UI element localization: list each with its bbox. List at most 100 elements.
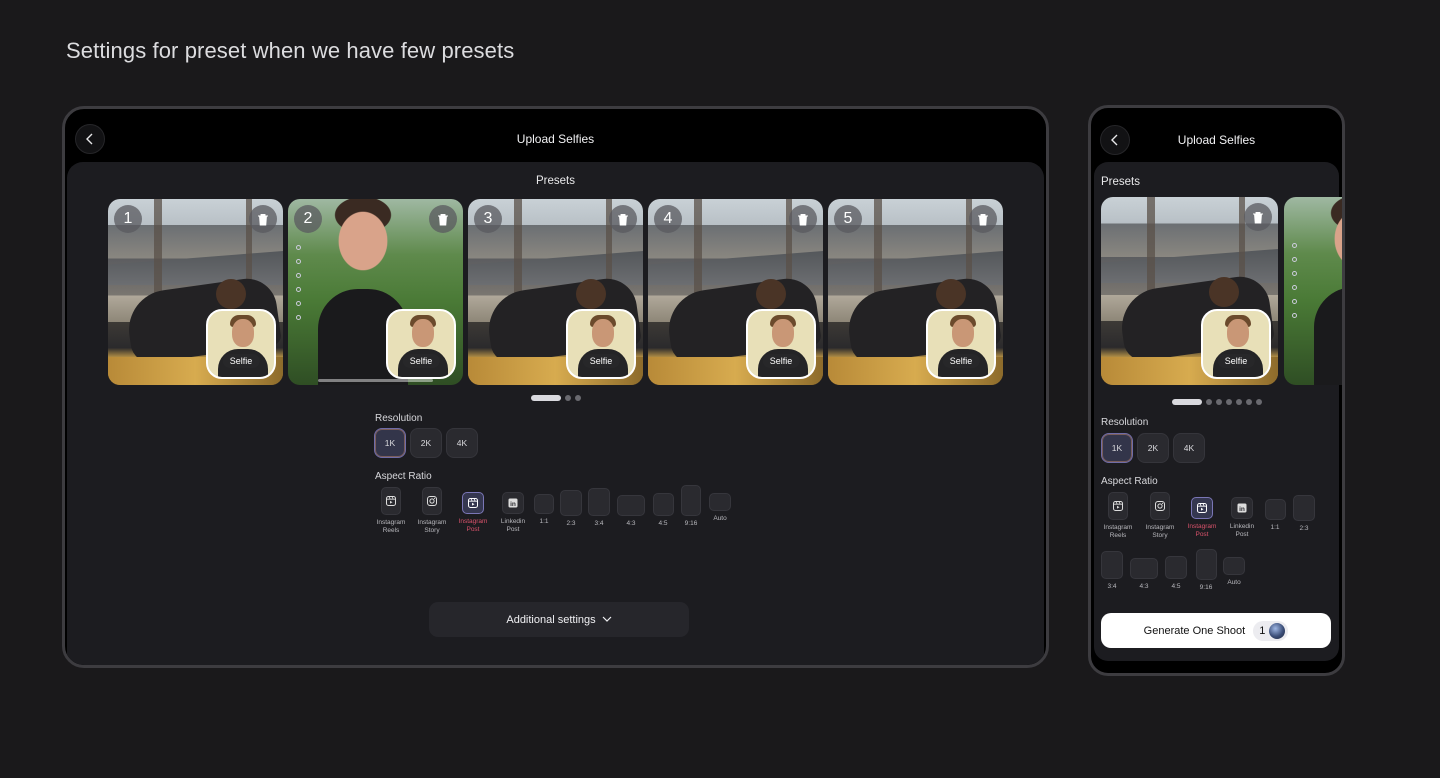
selfie-thumbnail: Selfie	[206, 309, 276, 379]
resolution-option-4k[interactable]: 4K	[1173, 433, 1205, 463]
aspect-option-4-5[interactable]: 4:5	[1164, 556, 1188, 591]
aspect-option-4-3[interactable]: 4:3	[616, 495, 646, 528]
aspect-option-instagram-post[interactable]: Instagram Post	[455, 492, 491, 534]
trash-icon	[618, 213, 628, 225]
aspect-option-instagram-story[interactable]: Instagram Story	[414, 487, 450, 535]
presets-label: Presets	[1101, 176, 1140, 188]
resolution-option-4k[interactable]: 4K	[446, 428, 478, 458]
top-bar: Upload Selfies	[65, 109, 1046, 164]
preset-card[interactable]: 5 Selfie	[828, 199, 1003, 385]
aspect-option-3-4[interactable]: 3:4	[587, 488, 611, 528]
pagination-dots	[531, 395, 581, 401]
instagram-reels-icon	[1113, 501, 1123, 511]
aspect-option-instagram-reels[interactable]: Instagram Reels	[1100, 492, 1136, 540]
aspect-option-4-3[interactable]: 4:3	[1129, 558, 1159, 591]
instagram-reels-icon	[386, 496, 396, 506]
preset-number-badge: 2	[294, 205, 322, 233]
aspect-option-2-3[interactable]: 2:3	[559, 490, 583, 528]
generate-button[interactable]: Generate One Shoot 1	[1101, 613, 1331, 648]
tablet-frame: Upload Selfies Presets 1 Selfie 2 Selfie…	[62, 106, 1049, 668]
aspect-option-1-1[interactable]: 1:1	[533, 494, 555, 526]
settings-panel: Presets Selfie Resolution 1K 2K 4K Aspec…	[1094, 162, 1342, 661]
screen-title: Upload Selfies	[516, 132, 595, 146]
pagination-dot[interactable]	[1246, 399, 1252, 405]
delete-preset-button[interactable]	[609, 205, 637, 233]
settings-panel: Presets 1 Selfie 2 Selfie 3 Selfie 4 Sel…	[67, 162, 1044, 665]
pagination-dot[interactable]	[1206, 399, 1212, 405]
aspect-option-instagram-reels[interactable]: Instagram Reels	[373, 487, 409, 535]
preset-card[interactable]: 4 Selfie	[648, 199, 823, 385]
trash-icon	[978, 213, 988, 225]
trash-icon	[1253, 211, 1263, 223]
preset-number-badge: 5	[834, 205, 862, 233]
linkedin-icon: in	[508, 498, 518, 508]
selfie-label: Selfie	[222, 354, 260, 368]
pagination-dot[interactable]	[1216, 399, 1222, 405]
aspect-option-4-5[interactable]: 4:5	[652, 493, 674, 528]
aspect-option-instagram-story[interactable]: Instagram Story	[1142, 492, 1178, 540]
trash-icon	[438, 213, 448, 225]
resolution-option-2k[interactable]: 2K	[410, 428, 442, 458]
aspect-option-1-1[interactable]: 1:1	[1263, 499, 1287, 532]
selfie-thumbnail: Selfie	[386, 309, 456, 379]
resolution-selector: 1K 2K 4K	[1101, 433, 1205, 463]
selfie-label: Selfie	[582, 354, 620, 368]
presets-label: Presets	[536, 175, 575, 187]
instagram-icon	[427, 496, 437, 506]
aspect-option-auto[interactable]: Auto	[1222, 557, 1246, 587]
additional-settings-button[interactable]: Additional settings	[429, 602, 689, 637]
generate-label: Generate One Shoot	[1143, 624, 1246, 637]
video-progress-bar	[318, 379, 433, 382]
aspect-option-instagram-post[interactable]: Instagram Post	[1184, 497, 1220, 539]
pagination-dot[interactable]	[1256, 399, 1262, 405]
top-bar: Upload Selfies	[1091, 108, 1342, 163]
instagram-reels-icon	[1197, 503, 1207, 513]
pagination-dot[interactable]	[565, 395, 571, 401]
pagination-dot[interactable]	[1226, 399, 1232, 405]
resolution-label: Resolution	[1101, 417, 1149, 428]
phone-frame: Upload Selfies Presets Selfie Resolution…	[1088, 105, 1345, 676]
aspect-ratio-label: Aspect Ratio	[375, 471, 432, 482]
aspect-option-2-3[interactable]: 2:3	[1292, 495, 1316, 533]
chevron-down-icon	[602, 616, 612, 622]
pagination-dot[interactable]	[1172, 399, 1202, 405]
aspect-option-9-16[interactable]: 9:16	[680, 485, 702, 528]
preset-number-badge: 3	[474, 205, 502, 233]
svg-text:in: in	[510, 501, 516, 508]
screen-title: Upload Selfies	[1177, 133, 1256, 147]
resolution-option-1k[interactable]: 1K	[374, 428, 406, 458]
delete-preset-button[interactable]	[429, 205, 457, 233]
aspect-option-3-4[interactable]: 3:4	[1100, 551, 1124, 591]
pagination-dot[interactable]	[1236, 399, 1242, 405]
delete-preset-button[interactable]	[1244, 203, 1272, 231]
resolution-option-1k[interactable]: 1K	[1101, 433, 1133, 463]
page-title: Settings for preset when we have few pre…	[66, 38, 515, 63]
preset-card[interactable]: 2 Selfie	[288, 199, 463, 385]
delete-preset-button[interactable]	[969, 205, 997, 233]
aspect-option-linkedin-post[interactable]: in Linkedin Post	[1224, 497, 1260, 539]
coin-icon	[1269, 622, 1286, 639]
resolution-option-2k[interactable]: 2K	[1137, 433, 1169, 463]
aspect-option-linkedin-post[interactable]: in Linkedin Post	[495, 492, 531, 534]
video-side-controls	[1292, 243, 1304, 323]
trash-icon	[798, 213, 808, 225]
selfie-label: Selfie	[402, 354, 440, 368]
preset-card[interactable]: 1 Selfie	[108, 199, 283, 385]
selfie-label: Selfie	[1217, 354, 1255, 368]
preset-card-partial[interactable]	[1284, 197, 1342, 385]
video-side-controls	[296, 245, 308, 325]
preset-card[interactable]: Selfie	[1101, 197, 1278, 385]
delete-preset-button[interactable]	[789, 205, 817, 233]
trash-icon	[258, 213, 268, 225]
aspect-option-auto[interactable]: Auto	[708, 493, 732, 523]
selfie-label: Selfie	[942, 354, 980, 368]
aspect-option-9-16[interactable]: 9:16	[1194, 549, 1218, 592]
delete-preset-button[interactable]	[249, 205, 277, 233]
preset-number-badge: 1	[114, 205, 142, 233]
svg-text:in: in	[1239, 506, 1245, 513]
pagination-dot[interactable]	[575, 395, 581, 401]
selfie-thumbnail: Selfie	[566, 309, 636, 379]
preset-card[interactable]: 3 Selfie	[468, 199, 643, 385]
pagination-dot[interactable]	[531, 395, 561, 401]
preset-number-badge: 4	[654, 205, 682, 233]
